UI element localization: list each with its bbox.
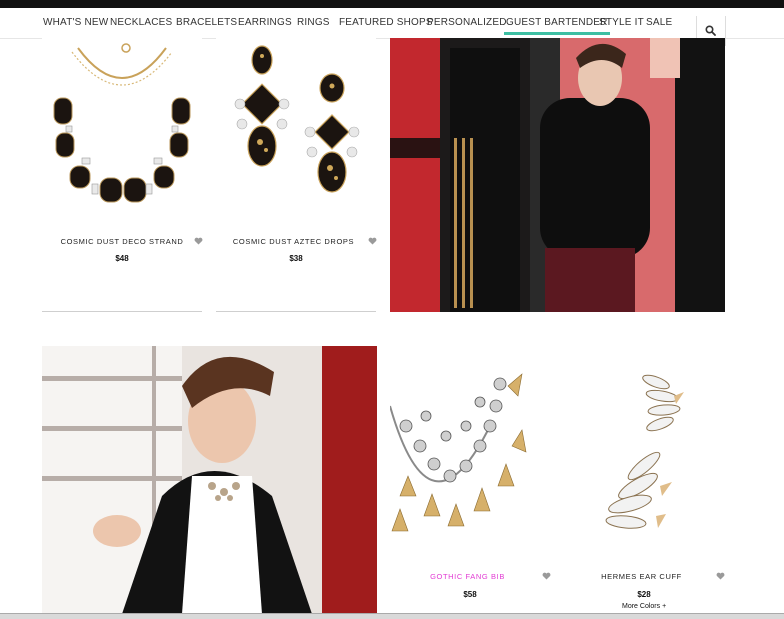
heart-icon[interactable] [194, 237, 203, 245]
nav-whats-new[interactable]: WHAT'S NEW [43, 17, 108, 28]
product-price: $38 [289, 254, 303, 263]
more-colors-link[interactable]: More Colors + [622, 603, 666, 610]
editorial-photo-wardrobe[interactable] [390, 38, 725, 312]
product-image-hermes-ear-cuff[interactable] [564, 346, 724, 561]
heart-icon[interactable] [368, 237, 377, 245]
nav-featured-shops[interactable]: FEATURED SHOPS [339, 17, 433, 28]
divider [216, 311, 376, 312]
product-name[interactable]: COSMIC DUST DECO STRAND [42, 237, 202, 246]
heart-icon[interactable] [542, 572, 551, 580]
product-image-cosmic-dust-deco-strand[interactable] [42, 38, 202, 228]
nav-rings[interactable]: RINGS [297, 17, 330, 28]
horizontal-scrollbar[interactable] [0, 613, 784, 619]
product-price: $48 [115, 254, 129, 263]
heart-icon[interactable] [716, 572, 725, 580]
nav-necklaces[interactable]: NECKLACES [110, 17, 172, 28]
main-navigation: WHAT'S NEW NECKLACES BRACELETS EARRINGS … [0, 8, 784, 46]
search-icon [705, 25, 716, 36]
product-price: $28 [637, 590, 651, 599]
top-black-strip [0, 0, 784, 8]
nav-sale[interactable]: SALE [646, 17, 672, 28]
nav-personalized[interactable]: PERSONALIZED [427, 17, 507, 28]
product-price: $58 [463, 590, 477, 599]
nav-earrings[interactable]: EARRINGS [238, 17, 292, 28]
editorial-photo-portrait[interactable] [42, 346, 377, 614]
nav-bracelets[interactable]: BRACELETS [176, 17, 237, 28]
nav-guest-bartender[interactable]: GUEST BARTENDER [504, 17, 610, 35]
divider [42, 311, 202, 312]
product-image-gothic-fang-bib[interactable] [390, 346, 550, 561]
product-name[interactable]: COSMIC DUST AZTEC DROPS [216, 237, 371, 246]
product-image-cosmic-dust-aztec-drops[interactable] [216, 38, 376, 228]
nav-style-it[interactable]: STYLE IT [599, 17, 644, 28]
product-name[interactable]: HERMES EAR CUFF [564, 572, 719, 581]
product-name[interactable]: GOTHIC FANG BIB [390, 572, 545, 581]
